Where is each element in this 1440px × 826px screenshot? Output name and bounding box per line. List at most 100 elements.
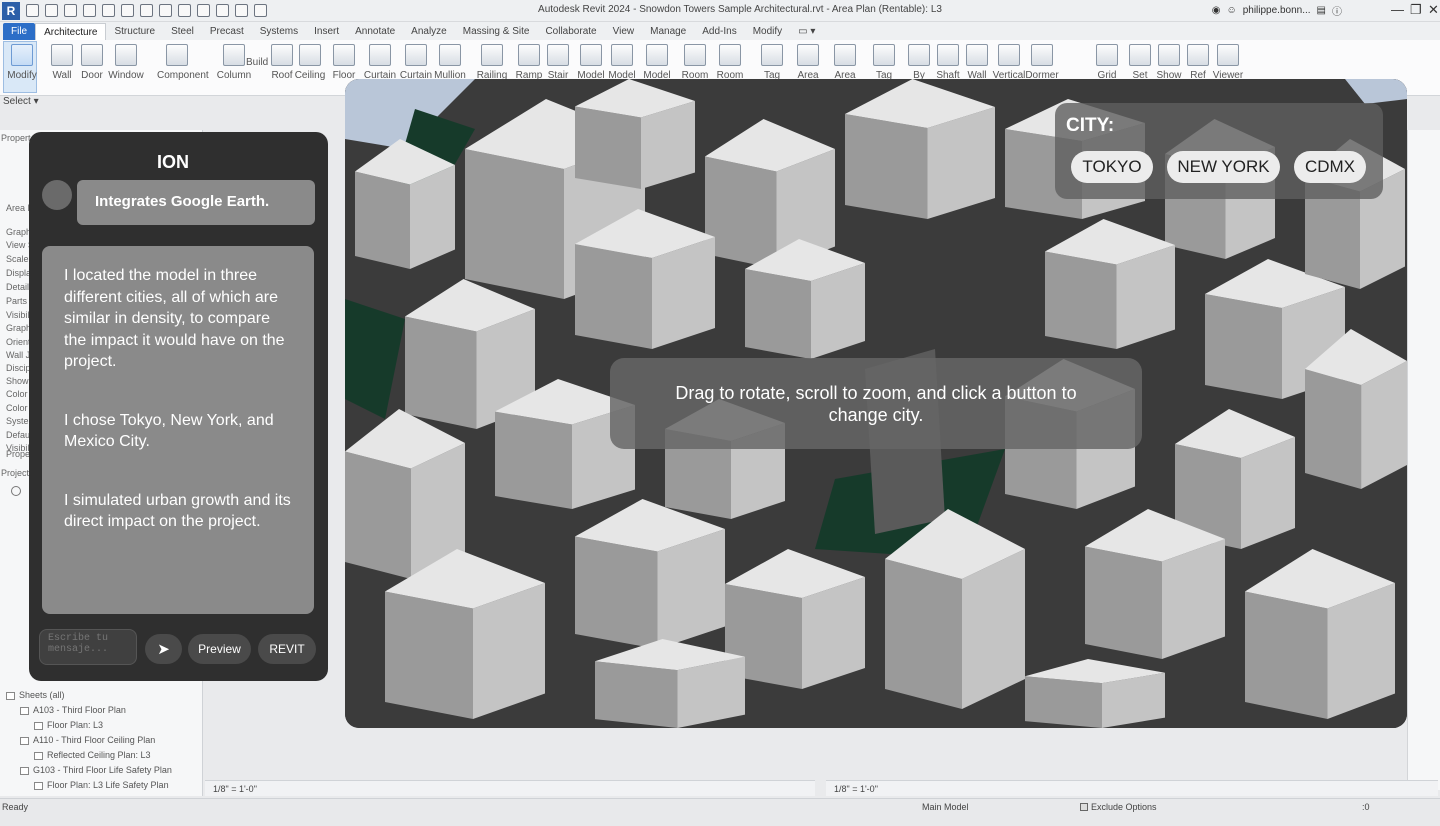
tab-massing-site[interactable]: Massing & Site	[455, 23, 538, 40]
avatar	[42, 180, 72, 210]
tab-precast[interactable]: Precast	[202, 23, 252, 40]
restore-button[interactable]: ❐	[1410, 2, 1422, 18]
close-button[interactable]: ✕	[1428, 2, 1439, 18]
send-button[interactable]: ➤	[145, 634, 182, 664]
section-icon[interactable]	[216, 4, 229, 17]
city-button-new-york[interactable]: NEW YORK	[1167, 151, 1280, 183]
tree-item[interactable]: Reflected Ceiling Plan: L3	[34, 750, 151, 760]
grid-icon	[1096, 44, 1118, 66]
ribbon-button-viewer[interactable]: Viewer	[1208, 42, 1248, 81]
tree-item[interactable]: G103 - Third Floor Life Safety Plan	[20, 765, 172, 775]
ribbon-button-model[interactable]: Model	[602, 42, 642, 81]
building-side	[385, 591, 473, 719]
tree-item[interactable]: A110 - Third Floor Ceiling Plan	[20, 735, 155, 745]
exclude-options[interactable]: Exclude Options	[1080, 802, 1157, 812]
chat-message-paragraph: I simulated urban growth and its direct …	[64, 491, 291, 531]
ribbon-button-tag[interactable]: Tag	[864, 42, 904, 81]
tree-item[interactable]: Floor Plan: L3	[34, 720, 103, 730]
preview-button[interactable]: Preview	[188, 634, 251, 664]
ribbon-button-room[interactable]: Room	[710, 42, 750, 81]
tab-systems[interactable]: Systems	[252, 23, 306, 40]
context-icon[interactable]: ▭ ▾	[790, 23, 823, 40]
dimension-icon[interactable]	[159, 4, 172, 17]
chat-input[interactable]	[39, 629, 137, 665]
tab-file[interactable]: File	[3, 23, 36, 40]
minimize-button[interactable]: —	[1391, 2, 1404, 17]
city-button-cdmx[interactable]: CDMX	[1294, 151, 1366, 183]
ribbon-button-area[interactable]: Area	[825, 42, 865, 81]
search-icon[interactable]	[11, 486, 21, 496]
ribbon-button-curtain[interactable]: Curtain	[360, 42, 400, 81]
curtain-icon	[405, 44, 427, 66]
ribbon-button-modify[interactable]: Modify	[2, 42, 42, 81]
window-title: Autodesk Revit 2024 - Snowdon Towers Sam…	[538, 4, 942, 15]
filter-count[interactable]: :0	[1362, 802, 1370, 812]
ribbon-button-window[interactable]: Window	[106, 42, 146, 81]
room-icon	[684, 44, 706, 66]
thin-lines-icon[interactable]	[235, 4, 248, 17]
user-icon[interactable]: ☺	[1226, 5, 1236, 16]
building-side	[1305, 369, 1362, 489]
ribbon-button-model[interactable]: Model	[637, 42, 677, 81]
ribbon-button-dormer[interactable]: Dormer	[1022, 42, 1062, 81]
ribbon-button-room[interactable]: Room	[675, 42, 715, 81]
cart-icon[interactable]: ▤	[1317, 5, 1326, 16]
tab-add-ins[interactable]: Add-Ins	[694, 23, 744, 40]
building-side	[405, 316, 477, 429]
building-side	[465, 149, 564, 299]
tab-steel[interactable]: Steel	[163, 23, 202, 40]
chat-message: I located the model in three different c…	[42, 246, 314, 614]
ribbon-button-mullion[interactable]: Mullion	[430, 42, 470, 81]
tree-item[interactable]: Floor Plan: L3 Life Safety Plan	[34, 780, 169, 790]
ribbon-button-area[interactable]: Area	[788, 42, 828, 81]
railing-icon	[481, 44, 503, 66]
by-icon	[908, 44, 930, 66]
text-icon[interactable]	[178, 4, 191, 17]
scale-selector[interactable]: 1/8" = 1'-0"	[213, 784, 257, 794]
set-icon	[1129, 44, 1151, 66]
tab-structure[interactable]: Structure	[106, 23, 163, 40]
property-label: Scale	[6, 254, 29, 264]
tab-annotate[interactable]: Annotate	[347, 23, 403, 40]
tab-architecture[interactable]: Architecture	[35, 23, 107, 40]
ribbon-button-floor[interactable]: Floor	[324, 42, 364, 81]
door-icon	[81, 44, 103, 66]
select-dropdown[interactable]: Select ▾	[3, 96, 39, 107]
property-label: Visibil	[6, 310, 30, 320]
switch-windows-icon[interactable]	[254, 4, 267, 17]
print-icon[interactable]	[121, 4, 134, 17]
checkbox-icon[interactable]	[1080, 803, 1088, 811]
tab-modify[interactable]: Modify	[745, 23, 790, 40]
city-button-tokyo[interactable]: TOKYO	[1071, 151, 1153, 183]
tab-view[interactable]: View	[605, 23, 643, 40]
tab-analyze[interactable]: Analyze	[403, 23, 455, 40]
3d-view-icon[interactable]	[197, 4, 210, 17]
redo-icon[interactable]	[102, 4, 115, 17]
city-3d-viewer[interactable]: CITY: TOKYO NEW YORK CDMX Drag to rotate…	[345, 79, 1407, 728]
ribbon-button-component[interactable]: Component	[157, 42, 209, 81]
active-model[interactable]: Main Model	[922, 802, 969, 812]
save-icon[interactable]	[45, 4, 58, 17]
city-title: CITY:	[1066, 115, 1115, 136]
binoculars-icon[interactable]: ◉	[1212, 5, 1221, 16]
revit-button[interactable]: REVIT	[258, 634, 316, 664]
ion-title: ION	[156, 152, 189, 172]
ribbon-button-railing[interactable]: Railing	[472, 42, 512, 81]
tab-manage[interactable]: Manage	[642, 23, 694, 40]
user-name[interactable]: philippe.bonn...	[1243, 5, 1311, 16]
ribbon-button-tag[interactable]: Tag	[752, 42, 792, 81]
tree-item[interactable]: Sheets (all)	[6, 690, 65, 700]
tab-insert[interactable]: Insert	[306, 23, 347, 40]
scale-selector[interactable]: 1/8" = 1'-0"	[834, 784, 878, 794]
sync-icon[interactable]	[64, 4, 77, 17]
open-icon[interactable]	[26, 4, 39, 17]
ribbon-tabs: File Architecture Structure Steel Precast Sys…	[0, 22, 1440, 40]
user-area: ◉ ☺ philippe.bonn... ▤ ⓘ	[1212, 3, 1342, 18]
tab-collaborate[interactable]: Collaborate	[537, 23, 604, 40]
undo-icon[interactable]	[83, 4, 96, 17]
tree-item[interactable]: A103 - Third Floor Plan	[20, 705, 126, 715]
tree-item-label: Sheets (all)	[19, 690, 65, 700]
measure-icon[interactable]	[140, 4, 153, 17]
help-icon[interactable]: ⓘ	[1332, 3, 1342, 18]
revit-logo-icon[interactable]: R	[2, 1, 20, 20]
